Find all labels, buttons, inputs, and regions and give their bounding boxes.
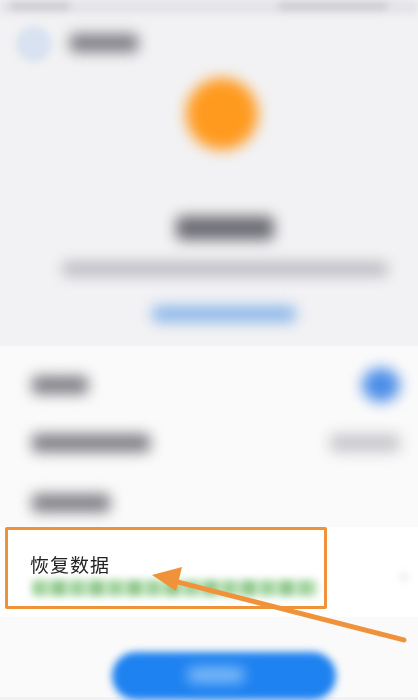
- status-bar: [0, 0, 418, 14]
- setting-row-3-label: [32, 494, 110, 512]
- info-link[interactable]: [152, 306, 296, 322]
- hero-icon: [186, 78, 258, 150]
- toggle-switch[interactable]: [362, 368, 400, 402]
- page-description: [62, 262, 388, 276]
- back-icon[interactable]: [16, 26, 52, 62]
- page-heading: [176, 216, 274, 240]
- primary-button-label: [188, 668, 244, 682]
- setting-row-1-label: [32, 376, 88, 394]
- nav-title: [70, 34, 138, 52]
- settings-panel: [0, 346, 418, 697]
- chevron-right-icon: ›: [400, 564, 408, 588]
- highlight-box: [5, 527, 327, 609]
- setting-row-2-label: [32, 434, 150, 452]
- setting-row-2-value: [330, 434, 400, 452]
